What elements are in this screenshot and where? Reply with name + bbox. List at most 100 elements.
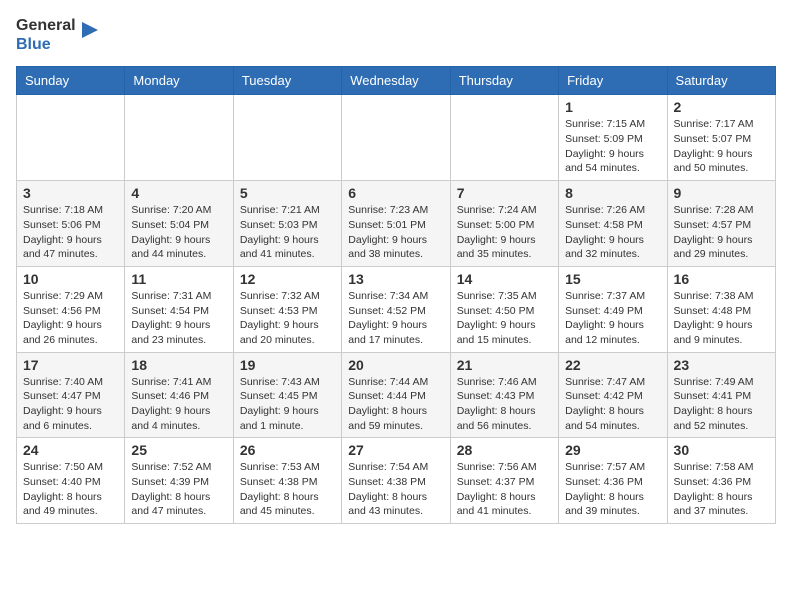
day-info: Sunrise: 7:40 AM Sunset: 4:47 PM Dayligh… [23, 375, 118, 434]
day-info: Sunrise: 7:49 AM Sunset: 4:41 PM Dayligh… [674, 375, 769, 434]
day-number: 9 [674, 185, 769, 201]
header-friday: Friday [559, 67, 667, 95]
calendar-cell: 5 Sunrise: 7:21 AM Sunset: 5:03 PM Daylig… [233, 181, 341, 267]
day-info: Sunrise: 7:47 AM Sunset: 4:42 PM Dayligh… [565, 375, 660, 434]
day-info: Sunrise: 7:29 AM Sunset: 4:56 PM Dayligh… [23, 289, 118, 348]
calendar-cell: 29Sunrise: 7:57 AM Sunset: 4:36 PM Dayli… [559, 438, 667, 524]
day-info: Sunrise: 7:34 AM Sunset: 4:52 PM Dayligh… [348, 289, 443, 348]
header-sunday: Sunday [17, 67, 125, 95]
calendar-cell [342, 95, 450, 181]
day-info: Sunrise: 7:38 AM Sunset: 4:48 PM Dayligh… [674, 289, 769, 348]
day-number: 2 [674, 99, 769, 115]
day-number: 30 [674, 442, 769, 458]
day-number: 4 [131, 185, 226, 201]
calendar-cell [125, 95, 233, 181]
logo-general: General [16, 17, 76, 34]
header-saturday: Saturday [667, 67, 775, 95]
day-number: 6 [348, 185, 443, 201]
day-number: 7 [457, 185, 552, 201]
calendar-cell: 11 Sunrise: 7:31 AM Sunset: 4:54 PM Dayli… [125, 266, 233, 352]
calendar-cell: 10Sunrise: 7:29 AM Sunset: 4:56 PM Dayli… [17, 266, 125, 352]
day-number: 1 [565, 99, 660, 115]
calendar-cell: 26 Sunrise: 7:53 AM Sunset: 4:38 PM Dayli… [233, 438, 341, 524]
calendar-cell: 28 Sunrise: 7:56 AM Sunset: 4:37 PM Dayli… [450, 438, 558, 524]
day-info: Sunrise: 7:54 AM Sunset: 4:38 PM Dayligh… [348, 460, 443, 519]
day-number: 8 [565, 185, 660, 201]
day-number: 11 [131, 271, 226, 287]
calendar-cell [17, 95, 125, 181]
day-info: Sunrise: 7:53 AM Sunset: 4:38 PM Dayligh… [240, 460, 335, 519]
logo-graphic: General Blue [16, 16, 100, 54]
calendar-cell: 2Sunrise: 7:17 AM Sunset: 5:07 PM Daylig… [667, 95, 775, 181]
day-number: 16 [674, 271, 769, 287]
header-wednesday: Wednesday [342, 67, 450, 95]
calendar-cell: 7 Sunrise: 7:24 AM Sunset: 5:00 PM Daylig… [450, 181, 558, 267]
day-number: 14 [457, 271, 552, 287]
day-info: Sunrise: 7:21 AM Sunset: 5:03 PM Dayligh… [240, 203, 335, 262]
day-number: 12 [240, 271, 335, 287]
calendar-cell [233, 95, 341, 181]
header-thursday: Thursday [450, 67, 558, 95]
day-info: Sunrise: 7:26 AM Sunset: 4:58 PM Dayligh… [565, 203, 660, 262]
week-row-3: 10Sunrise: 7:29 AM Sunset: 4:56 PM Dayli… [17, 266, 776, 352]
calendar-cell: 3 Sunrise: 7:18 AM Sunset: 5:06 PM Daylig… [17, 181, 125, 267]
logo-blue: Blue [16, 36, 51, 53]
day-info: Sunrise: 7:50 AM Sunset: 4:40 PM Dayligh… [23, 460, 118, 519]
calendar-cell: 13 Sunrise: 7:34 AM Sunset: 4:52 PM Dayli… [342, 266, 450, 352]
day-info: Sunrise: 7:18 AM Sunset: 5:06 PM Dayligh… [23, 203, 118, 262]
day-info: Sunrise: 7:41 AM Sunset: 4:46 PM Dayligh… [131, 375, 226, 434]
calendar-cell: 24 Sunrise: 7:50 AM Sunset: 4:40 PM Dayli… [17, 438, 125, 524]
calendar-cell [450, 95, 558, 181]
day-info: Sunrise: 7:24 AM Sunset: 5:00 PM Dayligh… [457, 203, 552, 262]
day-info: Sunrise: 7:46 AM Sunset: 4:43 PM Dayligh… [457, 375, 552, 434]
day-number: 19 [240, 357, 335, 373]
header-monday: Monday [125, 67, 233, 95]
day-info: Sunrise: 7:56 AM Sunset: 4:37 PM Dayligh… [457, 460, 552, 519]
calendar-cell: 8 Sunrise: 7:26 AM Sunset: 4:58 PM Daylig… [559, 181, 667, 267]
calendar-cell: 22Sunrise: 7:47 AM Sunset: 4:42 PM Dayli… [559, 352, 667, 438]
day-number: 26 [240, 442, 335, 458]
day-info: Sunrise: 7:52 AM Sunset: 4:39 PM Dayligh… [131, 460, 226, 519]
calendar-cell: 18 Sunrise: 7:41 AM Sunset: 4:46 PM Dayli… [125, 352, 233, 438]
day-number: 21 [457, 357, 552, 373]
day-info: Sunrise: 7:31 AM Sunset: 4:54 PM Dayligh… [131, 289, 226, 348]
day-number: 3 [23, 185, 118, 201]
logo-text: General Blue [16, 16, 76, 54]
logo-flag-icon [78, 20, 100, 42]
day-info: Sunrise: 7:20 AM Sunset: 5:04 PM Dayligh… [131, 203, 226, 262]
calendar-cell: 23 Sunrise: 7:49 AM Sunset: 4:41 PM Dayli… [667, 352, 775, 438]
day-number: 17 [23, 357, 118, 373]
day-number: 18 [131, 357, 226, 373]
calendar-header-row: SundayMondayTuesdayWednesdayThursdayFrid… [17, 67, 776, 95]
day-number: 28 [457, 442, 552, 458]
day-info: Sunrise: 7:44 AM Sunset: 4:44 PM Dayligh… [348, 375, 443, 434]
header: General Blue [16, 16, 776, 54]
day-info: Sunrise: 7:23 AM Sunset: 5:01 PM Dayligh… [348, 203, 443, 262]
day-number: 24 [23, 442, 118, 458]
day-number: 5 [240, 185, 335, 201]
logo: General Blue [16, 16, 100, 54]
day-number: 13 [348, 271, 443, 287]
day-number: 25 [131, 442, 226, 458]
day-info: Sunrise: 7:35 AM Sunset: 4:50 PM Dayligh… [457, 289, 552, 348]
day-info: Sunrise: 7:28 AM Sunset: 4:57 PM Dayligh… [674, 203, 769, 262]
day-info: Sunrise: 7:37 AM Sunset: 4:49 PM Dayligh… [565, 289, 660, 348]
day-number: 27 [348, 442, 443, 458]
calendar-cell: 25 Sunrise: 7:52 AM Sunset: 4:39 PM Dayli… [125, 438, 233, 524]
day-info: Sunrise: 7:57 AM Sunset: 4:36 PM Dayligh… [565, 460, 660, 519]
calendar-cell: 9 Sunrise: 7:28 AM Sunset: 4:57 PM Daylig… [667, 181, 775, 267]
calendar-cell: 6 Sunrise: 7:23 AM Sunset: 5:01 PM Daylig… [342, 181, 450, 267]
calendar-cell: 15Sunrise: 7:37 AM Sunset: 4:49 PM Dayli… [559, 266, 667, 352]
calendar-cell: 27 Sunrise: 7:54 AM Sunset: 4:38 PM Dayli… [342, 438, 450, 524]
calendar: SundayMondayTuesdayWednesdayThursdayFrid… [16, 66, 776, 524]
calendar-cell: 19Sunrise: 7:43 AM Sunset: 4:45 PM Dayli… [233, 352, 341, 438]
calendar-cell: 30Sunrise: 7:58 AM Sunset: 4:36 PM Dayli… [667, 438, 775, 524]
day-info: Sunrise: 7:32 AM Sunset: 4:53 PM Dayligh… [240, 289, 335, 348]
calendar-body: 1Sunrise: 7:15 AM Sunset: 5:09 PM Daylig… [17, 95, 776, 524]
calendar-cell: 4 Sunrise: 7:20 AM Sunset: 5:04 PM Daylig… [125, 181, 233, 267]
calendar-cell: 14 Sunrise: 7:35 AM Sunset: 4:50 PM Dayli… [450, 266, 558, 352]
day-number: 23 [674, 357, 769, 373]
header-tuesday: Tuesday [233, 67, 341, 95]
calendar-cell: 12 Sunrise: 7:32 AM Sunset: 4:53 PM Dayli… [233, 266, 341, 352]
calendar-cell: 21 Sunrise: 7:46 AM Sunset: 4:43 PM Dayli… [450, 352, 558, 438]
